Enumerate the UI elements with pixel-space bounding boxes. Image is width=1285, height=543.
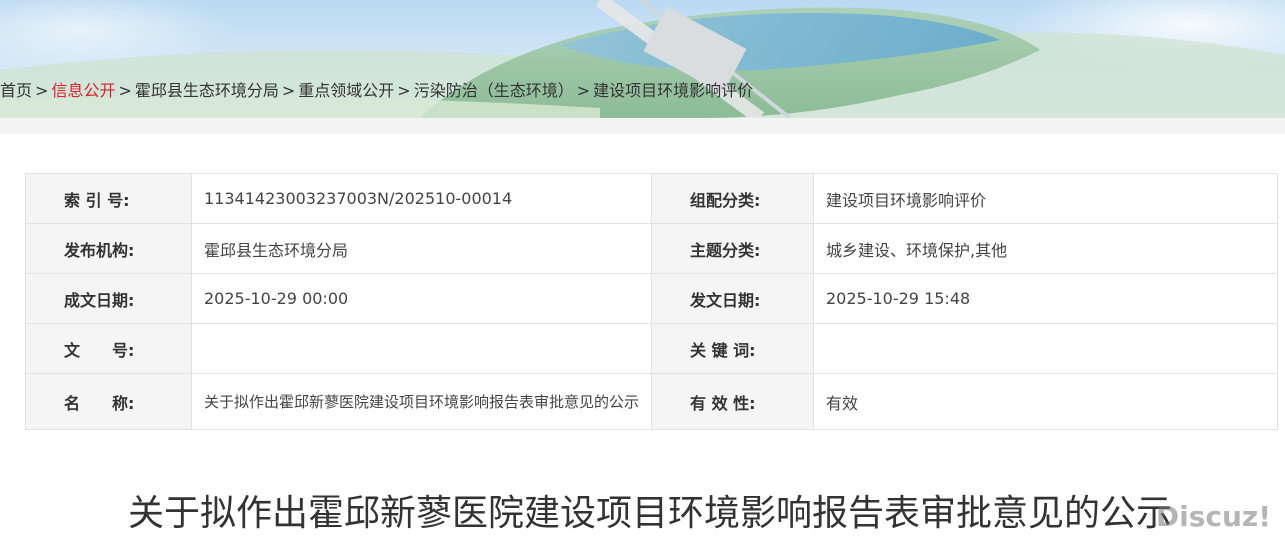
index-value: 11341423003237003N/202510-00014 — [191, 173, 652, 224]
meta-row: 索 引 号: 11341423003237003N/202510-00014 组… — [25, 173, 1278, 224]
breadcrumb-eia[interactable]: 建设项目环境影响评价 — [593, 81, 753, 100]
discuz-watermark: Discuz! — [1155, 500, 1271, 533]
validity-value: 有效 — [813, 373, 1278, 430]
breadcrumb-info-public[interactable]: 信息公开 — [51, 81, 115, 100]
name-value: 关于拟作出霍邱新蓼医院建设项目环境影响报告表审批意见的公示 — [191, 373, 652, 430]
publisher-value: 霍邱县生态环境分局 — [191, 223, 652, 274]
banner-bottom-strip — [0, 118, 1285, 134]
meta-row: 成文日期: 2025-10-29 00:00 发文日期: 2025-10-29 … — [25, 273, 1278, 324]
category-value: 建设项目环境影响评价 — [813, 173, 1278, 224]
meta-row: 文 号: 关 键 词: — [25, 323, 1278, 374]
category-label: 组配分类: — [651, 173, 814, 224]
breadcrumb-home-label: 首页 — [0, 81, 33, 100]
breadcrumb-separator: > — [397, 81, 411, 100]
breadcrumb-separator: > — [576, 81, 591, 100]
breadcrumb-separator: > — [118, 81, 132, 100]
meta-row: 发布机构: 霍邱县生态环境分局 主题分类: 城乡建设、环境保护,其他 — [25, 223, 1278, 274]
breadcrumb-pollution[interactable]: 污染防治（生态环境） — [414, 81, 574, 100]
created-date-value: 2025-10-29 00:00 — [191, 273, 652, 324]
validity-label: 有 效 性: — [651, 373, 814, 430]
article-title: 关于拟作出霍邱新蓼医院建设项目环境影响报告表审批意见的公示 — [127, 493, 1172, 534]
breadcrumb-key-areas[interactable]: 重点领域公开 — [298, 81, 394, 100]
publisher-label: 发布机构: — [25, 223, 192, 274]
doc-number-label: 文 号: — [25, 323, 192, 374]
breadcrumb-separator: > — [35, 81, 49, 100]
created-date-label: 成文日期: — [25, 273, 192, 324]
meta-row: 名 称: 关于拟作出霍邱新蓼医院建设项目环境影响报告表审批意见的公示 有 效 性… — [25, 373, 1278, 430]
keywords-label: 关 键 词: — [651, 323, 814, 374]
doc-number-value — [191, 323, 652, 374]
breadcrumb-agency[interactable]: 霍邱县生态环境分局 — [135, 81, 279, 100]
document-metadata-table: 索 引 号: 11341423003237003N/202510-00014 组… — [25, 173, 1278, 430]
topic-label: 主题分类: — [651, 223, 814, 274]
issued-date-label: 发文日期: — [651, 273, 814, 324]
topic-value: 城乡建设、环境保护,其他 — [813, 223, 1278, 274]
index-label: 索 引 号: — [25, 173, 192, 224]
breadcrumb-separator: > — [281, 81, 296, 100]
keywords-value — [813, 323, 1278, 374]
breadcrumb-home[interactable]: 站首页 — [0, 81, 32, 100]
breadcrumb: 站首页>信息公开>霍邱县生态环境分局>重点领域公开>污染防治（生态环境）>建设项… — [0, 78, 753, 104]
name-label: 名 称: — [25, 373, 192, 430]
issued-date-value: 2025-10-29 15:48 — [813, 273, 1278, 324]
